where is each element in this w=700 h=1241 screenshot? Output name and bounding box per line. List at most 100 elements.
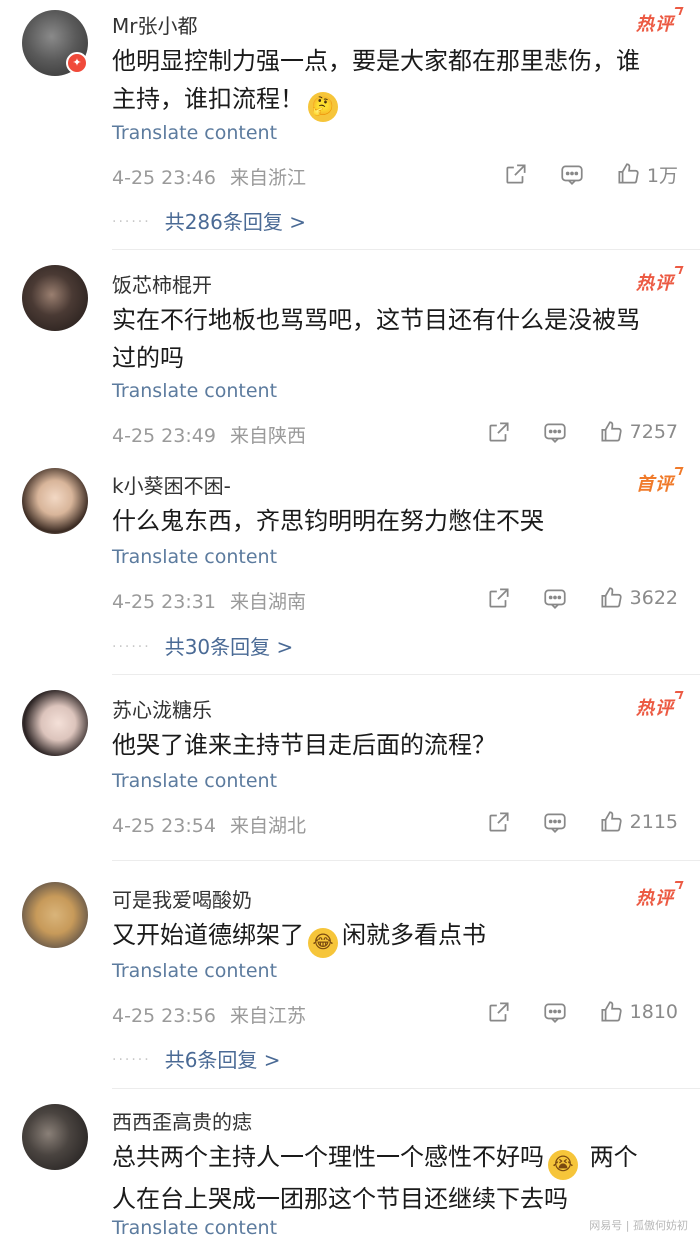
translate-content-link[interactable]: Translate content	[112, 960, 277, 982]
comment-item: ✦ Mr张小都 热评 他明显控制力强一点，要是大家都在那里悲伤，谁主持，谁扣流程…	[0, 0, 700, 250]
comment-time: 4-25 23:56	[112, 1005, 216, 1027]
like-button[interactable]: 1万	[615, 161, 678, 188]
share-button[interactable]	[486, 809, 512, 835]
avatar[interactable]	[22, 265, 88, 331]
hot-comment-tag: 热评	[636, 10, 674, 36]
like-button[interactable]: 7257	[598, 419, 678, 445]
reply-button[interactable]	[542, 809, 568, 835]
comment-icon	[561, 165, 583, 185]
reply-button[interactable]	[559, 161, 585, 187]
comment-text: 他哭了谁来主持节目走后面的流程？	[112, 731, 496, 759]
comment-text: 什么鬼东西，齐思钧明明在努力憋住不哭	[112, 507, 544, 535]
comment-actions: 7257	[486, 418, 678, 446]
comment-icon	[544, 589, 566, 609]
reply-button[interactable]	[542, 999, 568, 1025]
translate-content-link[interactable]: Translate content	[112, 1217, 277, 1239]
share-icon	[489, 588, 509, 608]
like-count: 2115	[629, 811, 678, 833]
like-count: 7257	[629, 421, 678, 443]
comment-actions: 2115	[486, 808, 678, 836]
comment-meta: 4-25 23:54 来自湖北	[112, 811, 306, 838]
watermark: 网易号 | 孤傲何妨初	[589, 1219, 688, 1232]
replies-count: 共6条回复 >	[164, 1048, 281, 1072]
share-button[interactable]	[503, 161, 529, 187]
translate-content-link[interactable]: Translate content	[112, 122, 277, 144]
comment-location: 来自湖南	[229, 591, 306, 613]
replies-count: 共286条回复 >	[164, 210, 306, 234]
translate-content-link[interactable]: Translate content	[112, 546, 277, 568]
comment-actions: 1万	[503, 160, 678, 188]
comment-time: 4-25 23:46	[112, 167, 216, 189]
view-replies-link[interactable]: ······ 共286条回复 >	[112, 206, 306, 235]
comment-icon	[544, 1003, 566, 1023]
username[interactable]: 苏心泷糖乐	[112, 694, 212, 723]
avatar[interactable]	[22, 1104, 88, 1170]
reply-button[interactable]	[542, 419, 568, 445]
thumbs-up-icon	[601, 811, 622, 832]
username[interactable]: 饭芯柿棍开	[112, 269, 212, 298]
verified-badge-icon: ✦	[66, 52, 88, 74]
comment-location: 来自江苏	[229, 1005, 306, 1027]
share-icon	[489, 812, 509, 832]
translate-content-link[interactable]: Translate content	[112, 770, 277, 792]
thinking-face-icon: 🤔	[308, 92, 338, 122]
share-button[interactable]	[486, 419, 512, 445]
laughing-tears-icon: 😂	[308, 928, 338, 958]
username[interactable]: Mr张小都	[112, 10, 197, 39]
divider	[112, 249, 700, 250]
share-button[interactable]	[486, 999, 512, 1025]
divider	[112, 674, 700, 675]
share-button[interactable]	[486, 585, 512, 611]
avatar[interactable]	[22, 468, 88, 534]
thumbs-up-icon	[601, 587, 622, 608]
comment-text-content: 他明显控制力强一点，要是大家都在那里悲伤，谁主持，谁扣流程！	[112, 47, 640, 113]
translate-content-link[interactable]: Translate content	[112, 380, 277, 402]
comment-text: 总共两个主持人一个理性一个感性不好吗 😭 两个人在台上哭成一团那这个节目还继续下去…	[112, 1138, 660, 1218]
replies-count: 共30条回复 >	[164, 635, 294, 659]
avatar[interactable]	[22, 690, 88, 756]
like-button[interactable]: 2115	[598, 809, 678, 835]
comment-item: 苏心泷糖乐 热评 他哭了谁来主持节目走后面的流程？ Translate cont…	[0, 682, 700, 862]
comment-text: 又开始道德绑架了 😂 闲就多看点书	[112, 916, 660, 958]
view-replies-link[interactable]: ······ 共30条回复 >	[112, 631, 293, 660]
share-icon	[489, 1002, 509, 1022]
crying-face-icon: 😭	[548, 1150, 578, 1180]
like-count: 1810	[629, 1001, 678, 1023]
comment-time: 4-25 23:49	[112, 425, 216, 447]
comment-icon	[544, 423, 566, 443]
thumbs-up-icon	[601, 1001, 622, 1022]
like-button[interactable]: 3622	[598, 585, 678, 611]
divider	[112, 860, 700, 861]
username[interactable]: 西西歪高贵的痣	[112, 1106, 252, 1135]
thumbs-up-icon	[601, 421, 622, 442]
hot-comment-tag: 热评	[636, 694, 674, 720]
share-icon	[506, 164, 526, 184]
comment-item: 可是我爱喝酸奶 热评 又开始道德绑架了 😂 闲就多看点书 Translate con…	[0, 872, 700, 1090]
comment-meta: 4-25 23:56 来自江苏	[112, 1001, 306, 1028]
comment-meta: 4-25 23:46 来自浙江	[112, 163, 306, 190]
like-count: 3622	[629, 587, 678, 609]
dots-decoration: ······	[112, 1052, 151, 1068]
username[interactable]: 可是我爱喝酸奶	[112, 884, 252, 913]
view-replies-link[interactable]: ······ 共6条回复 >	[112, 1044, 281, 1073]
comment-text: 实在不行地板也骂骂吧，这节目还有什么是没被骂过的吗	[112, 306, 640, 372]
comment-actions: 1810	[486, 998, 678, 1026]
like-button[interactable]: 1810	[598, 999, 678, 1025]
comment-item: 饭芯柿棍开 热评 实在不行地板也骂骂吧，这节目还有什么是没被骂过的吗 Trans…	[0, 255, 700, 455]
avatar[interactable]	[22, 882, 88, 948]
comment-text: 他明显控制力强一点，要是大家都在那里悲伤，谁主持，谁扣流程！ 🤔	[112, 42, 660, 122]
username[interactable]: k小葵困不困-	[112, 470, 231, 499]
hot-comment-tag: 热评	[636, 269, 674, 295]
first-comment-tag: 首评	[636, 470, 674, 496]
comment-text-content: 总共两个主持人一个理性一个感性不好吗	[112, 1143, 544, 1171]
comment-icon	[544, 813, 566, 833]
reply-button[interactable]	[542, 585, 568, 611]
thumbs-up-icon	[618, 163, 639, 184]
comment-time: 4-25 23:54	[112, 815, 216, 837]
comment-text-content: 闲就多看点书	[342, 921, 486, 949]
comment-actions: 3622	[486, 584, 678, 612]
divider	[112, 1088, 700, 1089]
comment-meta: 4-25 23:31 来自湖南	[112, 587, 306, 614]
comment-item: k小葵困不困- 首评 什么鬼东西，齐思钧明明在努力憋住不哭 Translate …	[0, 458, 700, 676]
comment-location: 来自陕西	[229, 425, 306, 447]
